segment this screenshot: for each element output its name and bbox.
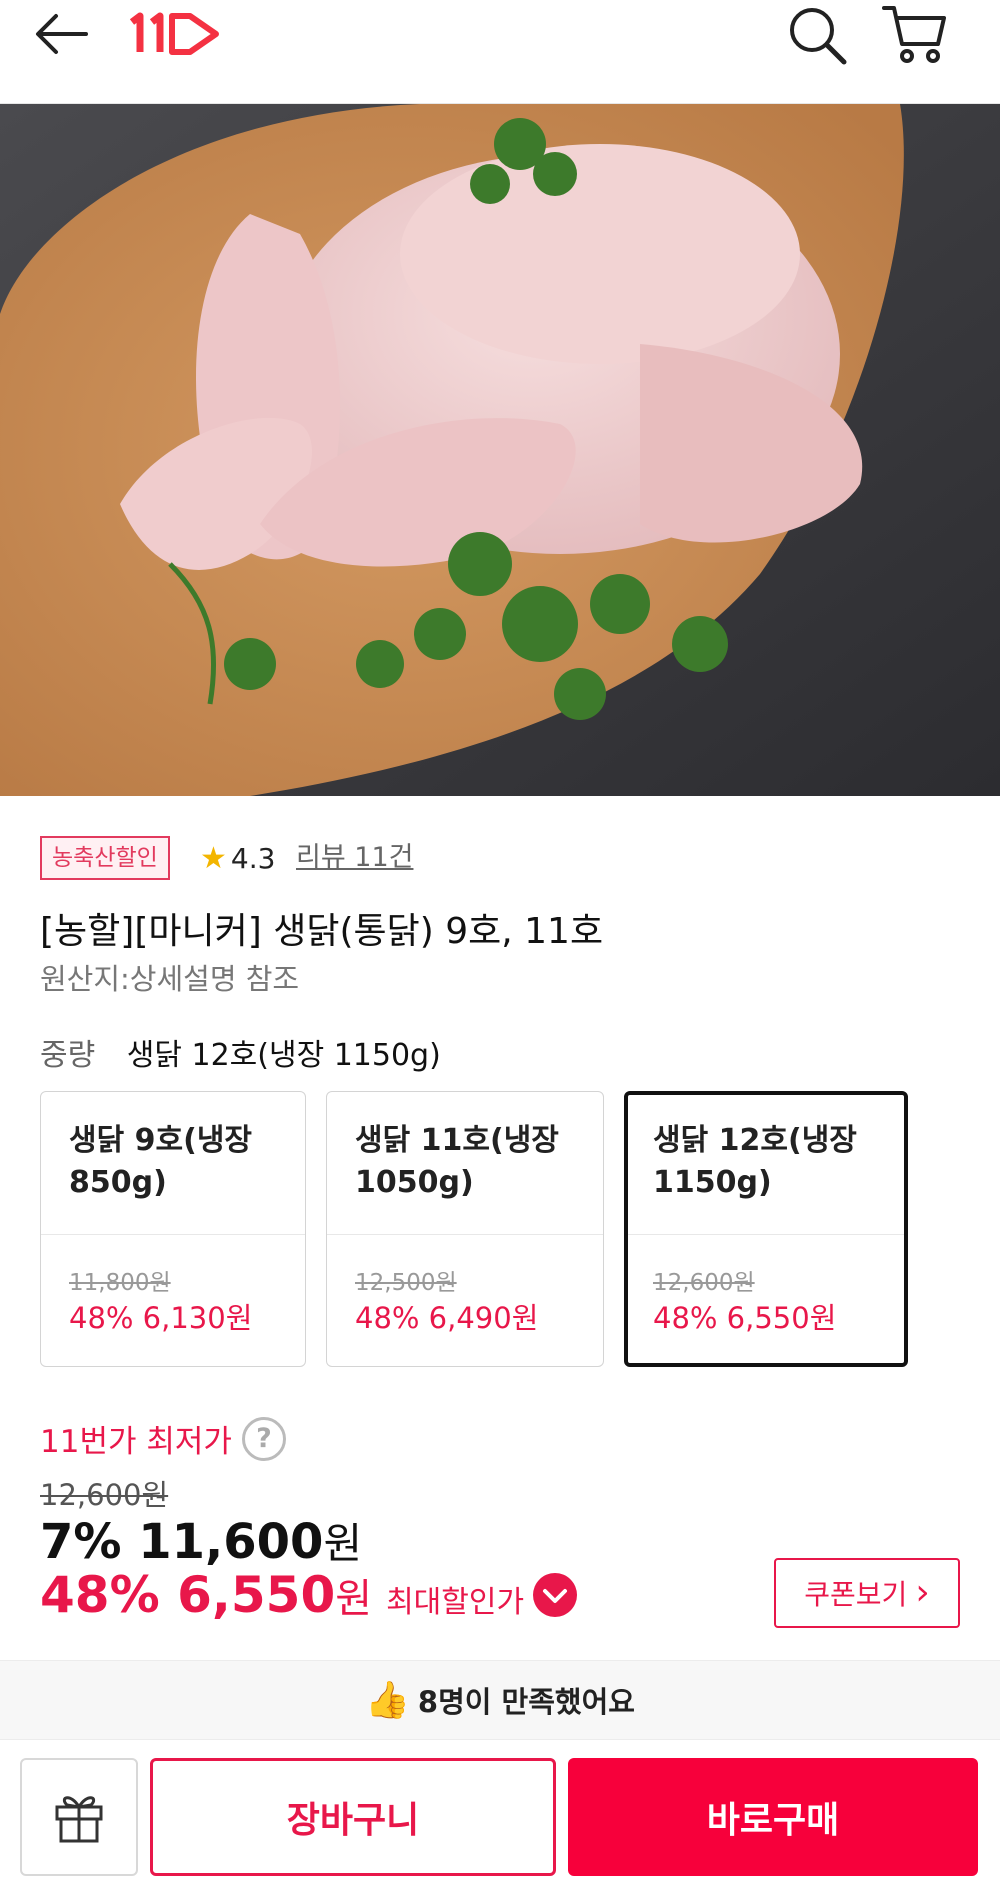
option-sale-price: 48% 6,550원 bbox=[653, 1301, 837, 1335]
divider bbox=[327, 1234, 603, 1235]
lowest-price-label: 11번가 최저가 ? bbox=[40, 1416, 286, 1461]
rating-value: 4.3 bbox=[230, 841, 276, 875]
max-discount-price: 48% 6,550 원 최대할인가 bbox=[40, 1566, 578, 1624]
selected-weight-value: 생닭 12호(냉장 1150g) bbox=[126, 1038, 441, 1073]
lowest-price-text: 11번가 최저가 bbox=[40, 1424, 232, 1460]
option-original-price: 12,600원 bbox=[653, 1270, 755, 1296]
max-discount-percent: 48% bbox=[40, 1566, 160, 1624]
chevron-right-icon: › bbox=[915, 1572, 930, 1613]
cart-icon bbox=[882, 6, 946, 63]
arrow-left-icon bbox=[36, 14, 88, 54]
option-card-12ho[interactable]: 생닭 12호(냉장 1150g) 12,600원 48% 6,550원 bbox=[624, 1091, 908, 1367]
discount-amount: 11,600 bbox=[138, 1514, 324, 1570]
option-label-row: 중량 생닭 12호(냉장 1150g) bbox=[40, 1030, 441, 1074]
divider bbox=[41, 1234, 305, 1235]
discount-badge: 농축산할인 bbox=[40, 836, 170, 880]
max-discount-amount: 6,550 bbox=[177, 1566, 336, 1624]
currency-unit: 원 bbox=[335, 1576, 373, 1622]
top-app-bar bbox=[0, 0, 1000, 104]
buy-now-button[interactable]: 바로구매 bbox=[568, 1758, 978, 1876]
option-card-11ho[interactable]: 생닭 11호(냉장 1050g) 12,500원 48% 6,490원 bbox=[326, 1091, 604, 1367]
divider bbox=[628, 1234, 904, 1235]
satisfaction-banner: 👍 8명이 만족했어요 bbox=[0, 1660, 1000, 1740]
review-link[interactable]: 리뷰 11건 bbox=[296, 838, 413, 878]
11st-logo[interactable] bbox=[126, 4, 226, 64]
option-original-price: 11,800원 bbox=[69, 1270, 171, 1296]
currency-unit: 원 bbox=[323, 1519, 363, 1568]
coupon-view-button[interactable]: 쿠폰보기 › bbox=[774, 1558, 960, 1628]
discount-price: 7% 11,600원 bbox=[40, 1510, 362, 1571]
gift-button[interactable] bbox=[20, 1758, 138, 1876]
discount-percent: 7% bbox=[40, 1514, 122, 1570]
product-title: [농할][마니커] 생닭(통닭) 9호, 11호 bbox=[40, 911, 604, 952]
product-image-carousel[interactable] bbox=[0, 104, 1000, 796]
weight-label: 중량 bbox=[40, 1038, 96, 1073]
gift-icon bbox=[55, 1796, 103, 1843]
star-icon: ★ bbox=[200, 840, 227, 876]
product-origin: 원산지:상세설명 참조 bbox=[40, 962, 300, 996]
search-icon bbox=[790, 8, 847, 65]
product-photo bbox=[0, 104, 1000, 796]
option-name: 생닭 9호(냉장 850g) bbox=[69, 1123, 253, 1200]
original-price: 12,600원 bbox=[40, 1478, 169, 1512]
chevron-down-circle-icon[interactable] bbox=[532, 1572, 578, 1618]
add-to-cart-button[interactable]: 장바구니 bbox=[150, 1758, 556, 1876]
coupon-label: 쿠폰보기 bbox=[804, 1578, 908, 1611]
option-card-9ho[interactable]: 생닭 9호(냉장 850g) 11,800원 48% 6,130원 bbox=[40, 1091, 306, 1367]
rating: ★ 4.3 bbox=[200, 838, 275, 878]
bottom-action-bar: 장바구니 바로구매 bbox=[0, 1740, 1000, 1899]
option-name: 생닭 11호(냉장 1050g) bbox=[355, 1123, 559, 1200]
thumbs-up-icon: 👍 bbox=[365, 1680, 410, 1721]
option-sale-price: 48% 6,130원 bbox=[69, 1301, 253, 1335]
max-discount-label: 최대할인가 bbox=[386, 1585, 525, 1620]
option-sale-price: 48% 6,490원 bbox=[355, 1301, 539, 1335]
cart-button[interactable] bbox=[880, 0, 952, 72]
option-name: 생닭 12호(냉장 1150g) bbox=[653, 1123, 857, 1200]
option-original-price: 12,500원 bbox=[355, 1270, 457, 1296]
help-icon[interactable]: ? bbox=[241, 1416, 286, 1461]
back-button[interactable] bbox=[30, 4, 94, 68]
satisfaction-text: 8명이 만족했어요 bbox=[417, 1685, 635, 1719]
search-button[interactable] bbox=[782, 0, 854, 72]
